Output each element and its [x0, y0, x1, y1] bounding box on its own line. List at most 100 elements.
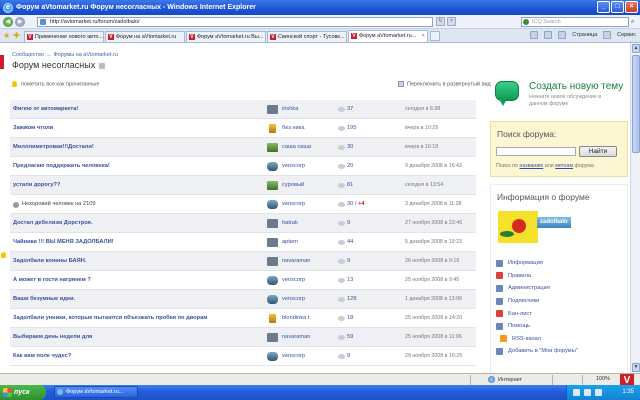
author-avatar[interactable]: [267, 142, 278, 152]
close-tab-icon[interactable]: ×: [422, 31, 425, 41]
forum-search-input[interactable]: [496, 147, 576, 156]
tab-2[interactable]: V Форум на aVtomarket.ru: [104, 31, 185, 42]
print-icon[interactable]: [558, 31, 567, 39]
forum-info-link[interactable]: RSS-канал: [496, 333, 578, 346]
topic-author-link[interactable]: venscorp: [282, 277, 305, 283]
topic-author-link[interactable]: blondinka t: [282, 315, 310, 321]
author-avatar[interactable]: [267, 351, 278, 361]
topic-title-link[interactable]: Милллиметровки!!!Достали!: [13, 144, 94, 150]
topic-title-link[interactable]: Фигею от автомаркета!: [13, 106, 78, 112]
topic-author-link[interactable]: суровый: [282, 182, 304, 188]
home-icon[interactable]: [530, 31, 539, 39]
forum-info-link[interactable]: Правила: [496, 270, 578, 283]
feeds-icon[interactable]: [544, 31, 553, 39]
scroll-down-icon[interactable]: ▼: [632, 363, 640, 372]
topic-author-link[interactable]: navaraman: [282, 258, 310, 264]
forum-info-link[interactable]: Помощь: [496, 320, 578, 333]
scroll-up-icon[interactable]: ▲: [632, 44, 640, 53]
minimize-button[interactable]: _: [597, 1, 610, 13]
forum-info-link[interactable]: Подписчики: [496, 295, 578, 308]
author-avatar[interactable]: [267, 275, 278, 285]
forum-info-link[interactable]: Бан-лист: [496, 307, 578, 320]
new-topic-link[interactable]: Создать новую тему: [529, 81, 623, 92]
forum-info-link[interactable]: Добавить в "Мои форумы": [496, 345, 578, 358]
address-bar[interactable]: http://avtomarket.ru/forum/zadolbalo/: [37, 16, 433, 27]
rss-icon[interactable]: [99, 62, 106, 69]
topic-title-link[interactable]: Выбираем день недели для: [13, 334, 92, 340]
topic-author-link[interactable]: venscorp: [282, 296, 305, 302]
topic-title-link[interactable]: устали дорогу??: [13, 182, 60, 188]
topic-title-link[interactable]: Чайники !!! ВЫ МЕНЯ ЗАДОЛБАЛИ!: [13, 239, 114, 245]
forum-name-badge: zadolbalo: [537, 217, 571, 228]
topic-title-link[interactable]: А может в гости нагрянем ?: [13, 277, 91, 283]
close-window-button[interactable]: ×: [625, 1, 638, 13]
tab-1[interactable]: V Применение нового авто...: [23, 31, 104, 42]
taskbar-item-ie[interactable]: Форум aVtomarket.ru...: [54, 386, 138, 398]
start-button[interactable]: пуск: [0, 385, 46, 400]
author-avatar[interactable]: [269, 313, 276, 323]
author-avatar[interactable]: [267, 332, 278, 342]
forward-button[interactable]: ▶: [15, 16, 25, 27]
topic-title-link[interactable]: Задолбали унники, которые пытаются объез…: [13, 315, 207, 321]
topic-title-link[interactable]: Достал дебелизм Дорстроя.: [13, 220, 93, 226]
tray-volume-icon[interactable]: [584, 389, 591, 396]
topic-title-link[interactable]: Ваши безумные идеи.: [13, 296, 75, 302]
page-menu[interactable]: Страница: [572, 32, 597, 38]
topic-author-link[interactable]: hatrak: [282, 220, 298, 226]
topic-author-link[interactable]: venscorp: [282, 353, 305, 359]
replies-count: 18: [347, 315, 354, 321]
topic-title-link[interactable]: Зажжом чтоли: [13, 125, 53, 131]
search-by-name-link[interactable]: названию: [519, 163, 543, 169]
topic-author-link[interactable]: venscorp: [282, 163, 305, 169]
author-avatar[interactable]: [267, 294, 278, 304]
ban-icon: [496, 310, 503, 318]
topic-author-link[interactable]: aptem: [282, 239, 298, 245]
add-favorite-icon[interactable]: ✚: [13, 31, 20, 40]
topic-author-link[interactable]: navaraman: [282, 334, 310, 340]
topic-author-link[interactable]: irishka: [282, 106, 298, 112]
topic-author-link[interactable]: venscorp: [282, 201, 305, 207]
search-go-icon[interactable]: ⌕: [631, 19, 634, 26]
topic-title-link[interactable]: Нехоровий человек на 2109: [13, 201, 96, 208]
stop-icon[interactable]: ×: [447, 17, 456, 26]
tray-security-icon[interactable]: [595, 389, 602, 396]
tab-3[interactable]: V Форум aVtomarket.ru Вы...: [185, 31, 266, 42]
topic-title-link[interactable]: Задолбали конины БАЯН.: [13, 258, 86, 264]
expand-view-link[interactable]: Переключить в развернутый вид: [398, 81, 491, 87]
forum-info-link[interactable]: Администрация: [496, 282, 578, 295]
author-avatar[interactable]: [267, 199, 278, 209]
author-avatar[interactable]: [267, 104, 278, 114]
breadcrumb-root[interactable]: Сообщество: [12, 52, 44, 58]
topic-author-link[interactable]: саша саша: [282, 144, 311, 150]
topic-author-link[interactable]: без ника: [282, 125, 305, 131]
author-avatar[interactable]: [269, 123, 276, 133]
search-input[interactable]: ICQ Search: [521, 17, 629, 27]
author-avatar[interactable]: [267, 256, 278, 266]
topic-title-link[interactable]: Как вам поле чудес?: [13, 353, 71, 359]
new-tab-button[interactable]: [429, 30, 440, 41]
new-topic-block[interactable]: Создать новую тему Начните новое обсужде…: [490, 76, 628, 116]
tab-5-active[interactable]: V Форум aVtomarket.ru... ×: [347, 30, 428, 42]
author-avatar[interactable]: [267, 218, 278, 228]
search-by-tags-link[interactable]: меткам: [555, 163, 573, 169]
tray-network-icon[interactable]: [573, 389, 580, 396]
author-avatar[interactable]: [267, 180, 278, 190]
forum-search-button[interactable]: Найти: [579, 146, 617, 157]
breadcrumb-section[interactable]: Форумы на aVtomarket.ru: [53, 52, 117, 58]
author-avatar[interactable]: [267, 237, 278, 247]
back-button[interactable]: ◀: [3, 16, 13, 27]
forum-info-link[interactable]: Информация: [496, 257, 578, 270]
search-provider-icon: [523, 19, 529, 25]
mark-all-read-link[interactable]: пометить все как прочитанные: [12, 81, 99, 87]
author-avatar[interactable]: [267, 161, 278, 171]
service-menu[interactable]: Сервис: [617, 32, 636, 38]
maximize-button[interactable]: □: [611, 1, 624, 13]
scrollbar-thumb[interactable]: [632, 55, 640, 153]
topic-title-link[interactable]: Предлагаю поддержать человека!: [13, 163, 110, 169]
vertical-scrollbar[interactable]: ▲ ▼: [630, 43, 640, 373]
zoom-level[interactable]: 100%: [596, 376, 610, 382]
favorites-star-icon[interactable]: ★: [3, 31, 10, 40]
refresh-icon[interactable]: ↻: [436, 17, 445, 26]
tab-4[interactable]: V Свинской спорт - Тусовк...: [266, 31, 347, 42]
new-replies-link[interactable]: +4: [358, 201, 365, 207]
